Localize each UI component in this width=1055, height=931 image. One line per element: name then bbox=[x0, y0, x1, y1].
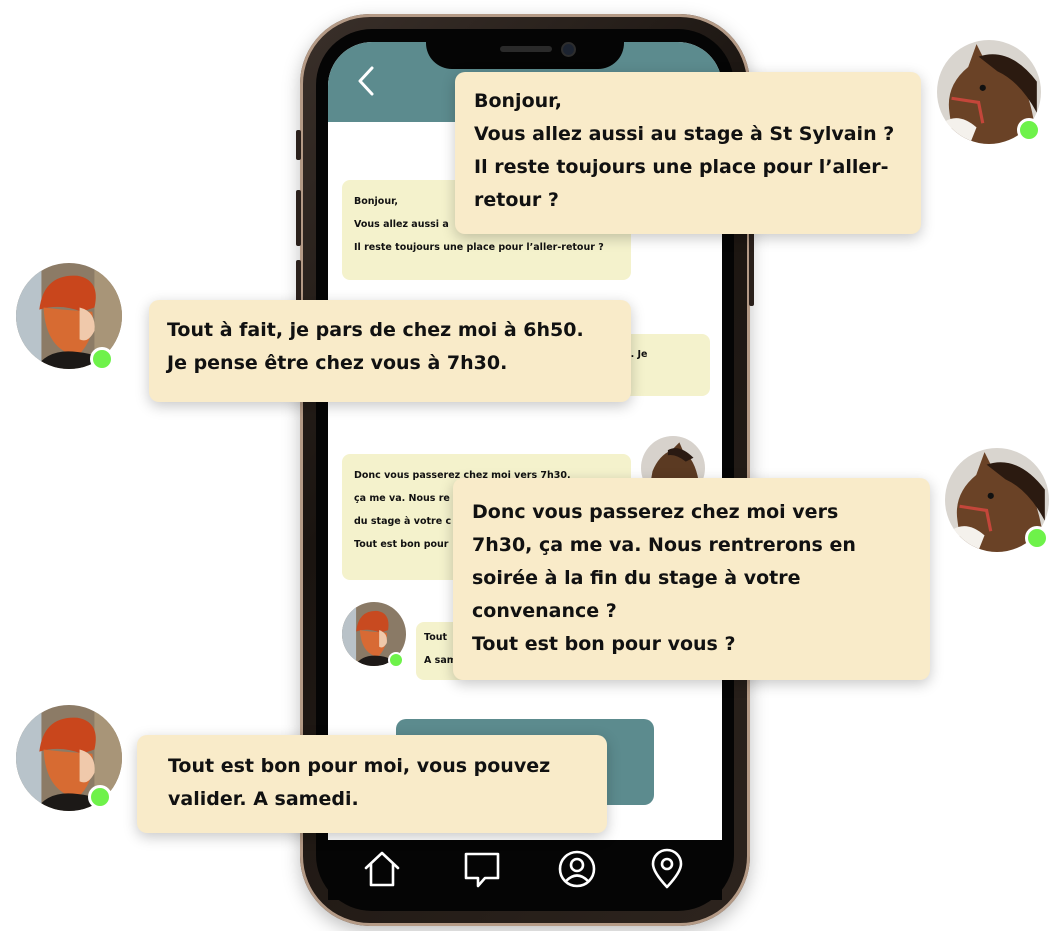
horse-avatar bbox=[945, 448, 1049, 552]
screen-message-line: Il reste toujours une place pour l’aller… bbox=[354, 242, 604, 253]
bubble-line: Vous allez aussi au stage à St Sylvain ? bbox=[474, 123, 895, 145]
phone-side-button bbox=[296, 130, 301, 160]
bubble-line: Tout est bon pour moi, vous pouvez bbox=[168, 755, 551, 777]
chat-bubble-horse-2: Donc vous passerez chez moi vers 7h30, ç… bbox=[453, 478, 930, 680]
bubble-line: Je pense être chez vous à 7h30. bbox=[167, 352, 508, 374]
back-chevron-icon[interactable] bbox=[352, 64, 382, 98]
chat-icon[interactable] bbox=[461, 848, 503, 890]
bubble-line: convenance ? bbox=[472, 600, 617, 622]
bubble-line: soirée à la fin du stage à votre bbox=[472, 567, 801, 589]
phone-volume-up-button bbox=[296, 190, 301, 246]
woman-avatar bbox=[16, 263, 122, 371]
online-status-dot bbox=[1025, 526, 1049, 550]
bubble-line: retour ? bbox=[474, 189, 559, 211]
chat-bubble-woman-2: Tout est bon pour moi, vous pouvez valid… bbox=[137, 735, 607, 833]
woman-avatar bbox=[16, 705, 122, 811]
chat-bubble-woman-1: Tout à fait, je pars de chez moi à 6h50.… bbox=[149, 300, 631, 402]
bubble-line: Tout à fait, je pars de chez moi à 6h50. bbox=[167, 319, 584, 341]
chat-bubble-horse-1: Bonjour, Vous allez aussi au stage à St … bbox=[455, 72, 921, 234]
location-icon[interactable] bbox=[646, 848, 688, 890]
bubble-line: valider. A samedi. bbox=[168, 788, 359, 810]
online-status-dot bbox=[1017, 118, 1041, 142]
bubble-line: Tout est bon pour vous ? bbox=[472, 633, 736, 655]
profile-icon[interactable] bbox=[556, 848, 598, 890]
bubble-line: Il reste toujours une place pour l’aller… bbox=[474, 156, 889, 178]
online-status-dot bbox=[88, 785, 112, 809]
home-icon[interactable] bbox=[361, 848, 403, 890]
front-camera bbox=[563, 44, 574, 55]
bubble-line: Bonjour, bbox=[474, 90, 562, 112]
phone-speaker bbox=[500, 46, 552, 52]
online-status-dot bbox=[90, 347, 114, 371]
horse-avatar bbox=[937, 40, 1041, 144]
screen-woman-avatar bbox=[342, 602, 406, 668]
bubble-line: Donc vous passerez chez moi vers bbox=[472, 501, 839, 523]
bubble-line: 7h30, ça me va. Nous rentrerons en bbox=[472, 534, 856, 556]
online-status-dot bbox=[388, 652, 404, 668]
